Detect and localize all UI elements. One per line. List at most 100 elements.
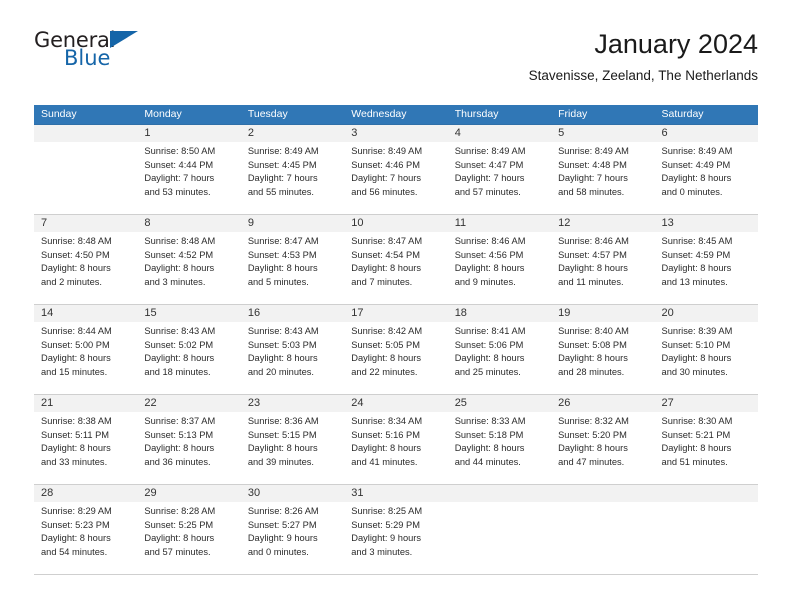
daylight-duration-line1: Daylight: 8 hours	[144, 353, 215, 364]
sunrise-time: Sunrise: 8:49 AM	[661, 146, 733, 156]
sunset-time: Sunset: 5:10 PM	[661, 339, 731, 350]
day-number: 5	[551, 125, 655, 142]
daylight-duration-line2: and 28 minutes.	[558, 366, 625, 377]
calendar-day-cell[interactable]: 6 Sunrise: 8:49 AM Sunset: 4:49 PM Daylight…	[654, 125, 758, 214]
daylight-duration-line1: Daylight: 8 hours	[144, 443, 215, 454]
sunrise-time: Sunrise: 8:43 AM	[144, 326, 216, 336]
day-details: Sunrise: 8:49 AM Sunset: 4:49 PM Daylight:…	[655, 142, 758, 199]
day-number: 20	[654, 305, 758, 322]
calendar-day-cell[interactable]: 23 Sunrise: 8:36 AM Sunset: 5:15 PM Dayligh…	[240, 395, 345, 484]
daylight-duration-line1: Daylight: 8 hours	[661, 353, 732, 364]
sunset-time: Sunset: 4:52 PM	[144, 249, 214, 260]
day-number: 2	[240, 125, 345, 142]
sunrise-time: Sunrise: 8:43 AM	[247, 326, 319, 336]
daylight-duration-line1: Daylight: 7 hours	[454, 173, 525, 184]
daylight-duration-line2: and 56 minutes.	[351, 186, 418, 197]
day-details: Sunrise: 8:49 AM Sunset: 4:46 PM Daylight:…	[344, 142, 447, 199]
day-details: Sunrise: 8:42 AM Sunset: 5:05 PM Daylight:…	[344, 322, 447, 379]
daylight-duration-line2: and 25 minutes.	[454, 366, 521, 377]
calendar-day-cell[interactable]: 9 Sunrise: 8:47 AM Sunset: 4:53 PM Daylight…	[240, 215, 345, 304]
calendar-day-cell[interactable]: 13 Sunrise: 8:45 AM Sunset: 4:59 PM Dayligh…	[654, 215, 758, 304]
day-details: Sunrise: 8:50 AM Sunset: 4:44 PM Daylight:…	[137, 142, 240, 199]
calendar-day-cell[interactable]: 28 Sunrise: 8:29 AM Sunset: 5:23 PM Dayligh…	[34, 485, 138, 574]
sunset-time: Sunset: 5:29 PM	[351, 519, 420, 530]
calendar-week-row: 14 Sunrise: 8:44 AM Sunset: 5:00 PM Dayligh…	[34, 305, 758, 395]
day-number: 25	[447, 395, 552, 412]
day-number: 8	[137, 215, 241, 232]
daylight-duration-line1: Daylight: 7 hours	[351, 173, 422, 184]
calendar-day-cell[interactable]: 8 Sunrise: 8:48 AM Sunset: 4:52 PM Daylight…	[137, 215, 241, 304]
calendar-day-cell[interactable]: 25 Sunrise: 8:33 AM Sunset: 5:18 PM Dayligh…	[447, 395, 552, 484]
sunset-time: Sunset: 5:13 PM	[144, 429, 214, 440]
daylight-duration-line1: Daylight: 8 hours	[144, 533, 215, 544]
day-details: Sunrise: 8:26 AM Sunset: 5:27 PM Daylight:…	[241, 502, 344, 559]
calendar-day-cell[interactable]: 27 Sunrise: 8:30 AM Sunset: 5:21 PM Dayligh…	[654, 395, 758, 484]
sunset-time: Sunset: 4:47 PM	[454, 159, 524, 170]
day-details: Sunrise: 8:49 AM Sunset: 4:47 PM Daylight:…	[448, 142, 551, 199]
calendar-day-cell[interactable]: 16 Sunrise: 8:43 AM Sunset: 5:03 PM Dayligh…	[240, 305, 345, 394]
day-number: 13	[654, 215, 758, 232]
day-details: Sunrise: 8:41 AM Sunset: 5:06 PM Daylight:…	[448, 322, 551, 379]
sunrise-time: Sunrise: 8:25 AM	[351, 506, 423, 516]
daylight-duration-line1: Daylight: 8 hours	[247, 443, 318, 454]
calendar-day-cell[interactable]: 30 Sunrise: 8:26 AM Sunset: 5:27 PM Dayligh…	[240, 485, 345, 574]
daylight-duration-line1: Daylight: 8 hours	[351, 353, 422, 364]
brand-logo[interactable]: General Blue	[34, 28, 149, 76]
calendar-day-cell[interactable]: 31 Sunrise: 8:25 AM Sunset: 5:29 PM Dayligh…	[344, 485, 448, 574]
calendar-day-cell[interactable]: 15 Sunrise: 8:43 AM Sunset: 5:02 PM Dayligh…	[137, 305, 241, 394]
sunrise-time: Sunrise: 8:26 AM	[247, 506, 319, 516]
day-number	[654, 485, 758, 502]
sunrise-time: Sunrise: 8:49 AM	[454, 146, 526, 156]
sunset-time: Sunset: 4:46 PM	[351, 159, 420, 170]
daylight-duration-line1: Daylight: 8 hours	[454, 263, 525, 274]
sunrise-time: Sunrise: 8:48 AM	[41, 236, 112, 246]
calendar-day-cell[interactable]: 24 Sunrise: 8:34 AM Sunset: 5:16 PM Dayligh…	[344, 395, 448, 484]
calendar-day-cell[interactable]: 29 Sunrise: 8:28 AM Sunset: 5:25 PM Dayligh…	[137, 485, 241, 574]
sunset-time: Sunset: 4:59 PM	[661, 249, 731, 260]
day-number: 31	[344, 485, 448, 502]
weekday-header-row: Sunday Monday Tuesday Wednesday Thursday…	[34, 105, 758, 124]
day-details: Sunrise: 8:29 AM Sunset: 5:23 PM Daylight:…	[34, 502, 137, 559]
calendar-day-cell[interactable]: 12 Sunrise: 8:46 AM Sunset: 4:57 PM Dayligh…	[551, 215, 655, 304]
day-details: Sunrise: 8:34 AM Sunset: 5:16 PM Daylight:…	[344, 412, 447, 469]
calendar-week-row: 7 Sunrise: 8:48 AM Sunset: 4:50 PM Daylight…	[34, 215, 758, 305]
daylight-duration-line2: and 7 minutes.	[351, 276, 413, 287]
weekday-header-tuesday: Tuesday	[247, 108, 288, 120]
daylight-duration-line1: Daylight: 9 hours	[351, 533, 422, 544]
daylight-duration-line1: Daylight: 8 hours	[351, 263, 422, 274]
calendar-day-cell[interactable]: 21 Sunrise: 8:38 AM Sunset: 5:11 PM Dayligh…	[34, 395, 138, 484]
calendar-day-cell[interactable]: 3 Sunrise: 8:49 AM Sunset: 4:46 PM Daylight…	[344, 125, 448, 214]
sunrise-time: Sunrise: 8:46 AM	[558, 236, 629, 246]
calendar-day-cell[interactable]: 19 Sunrise: 8:40 AM Sunset: 5:08 PM Dayligh…	[551, 305, 655, 394]
calendar-day-cell[interactable]: 20 Sunrise: 8:39 AM Sunset: 5:10 PM Dayligh…	[654, 305, 758, 394]
sunrise-time: Sunrise: 8:41 AM	[454, 326, 526, 336]
day-number: 26	[551, 395, 655, 412]
daylight-duration-line1: Daylight: 8 hours	[661, 173, 732, 184]
calendar-day-cell[interactable]: 14 Sunrise: 8:44 AM Sunset: 5:00 PM Dayligh…	[34, 305, 138, 394]
daylight-duration-line2: and 58 minutes.	[558, 186, 625, 197]
daylight-duration-line2: and 11 minutes.	[558, 276, 624, 287]
calendar-day-cell[interactable]: 4 Sunrise: 8:49 AM Sunset: 4:47 PM Daylight…	[447, 125, 552, 214]
day-details: Sunrise: 8:48 AM Sunset: 4:52 PM Daylight:…	[137, 232, 240, 289]
calendar-day-cell[interactable]: 1 Sunrise: 8:50 AM Sunset: 4:44 PM Daylight…	[137, 125, 241, 214]
calendar-day-cell[interactable]: 18 Sunrise: 8:41 AM Sunset: 5:06 PM Dayligh…	[447, 305, 552, 394]
calendar-day-cell[interactable]: 26 Sunrise: 8:32 AM Sunset: 5:20 PM Dayligh…	[551, 395, 655, 484]
daylight-duration-line2: and 30 minutes.	[661, 366, 728, 377]
day-details: Sunrise: 8:25 AM Sunset: 5:29 PM Daylight:…	[344, 502, 447, 559]
blue-triangle-icon	[110, 31, 138, 48]
daylight-duration-line1: Daylight: 8 hours	[454, 353, 525, 364]
calendar-day-cell[interactable]: 7 Sunrise: 8:48 AM Sunset: 4:50 PM Daylight…	[34, 215, 138, 304]
calendar-day-cell[interactable]: 10 Sunrise: 8:47 AM Sunset: 4:54 PM Dayligh…	[344, 215, 448, 304]
calendar-day-cell[interactable]: 5 Sunrise: 8:49 AM Sunset: 4:48 PM Daylight…	[551, 125, 655, 214]
daylight-duration-line2: and 53 minutes.	[144, 186, 211, 197]
calendar-day-cell[interactable]: 17 Sunrise: 8:42 AM Sunset: 5:05 PM Dayligh…	[344, 305, 448, 394]
daylight-duration-line1: Daylight: 8 hours	[144, 263, 215, 274]
sunrise-time: Sunrise: 8:44 AM	[41, 326, 112, 336]
weekday-header-monday: Monday	[144, 108, 182, 120]
daylight-duration-line1: Daylight: 8 hours	[41, 263, 111, 274]
calendar-day-cell[interactable]: 11 Sunrise: 8:46 AM Sunset: 4:56 PM Dayligh…	[447, 215, 552, 304]
weekday-header-thursday: Thursday	[454, 108, 499, 120]
sunrise-time: Sunrise: 8:49 AM	[351, 146, 423, 156]
calendar-day-cell[interactable]: 2 Sunrise: 8:49 AM Sunset: 4:45 PM Daylight…	[240, 125, 345, 214]
calendar-day-cell[interactable]: 22 Sunrise: 8:37 AM Sunset: 5:13 PM Dayligh…	[137, 395, 241, 484]
